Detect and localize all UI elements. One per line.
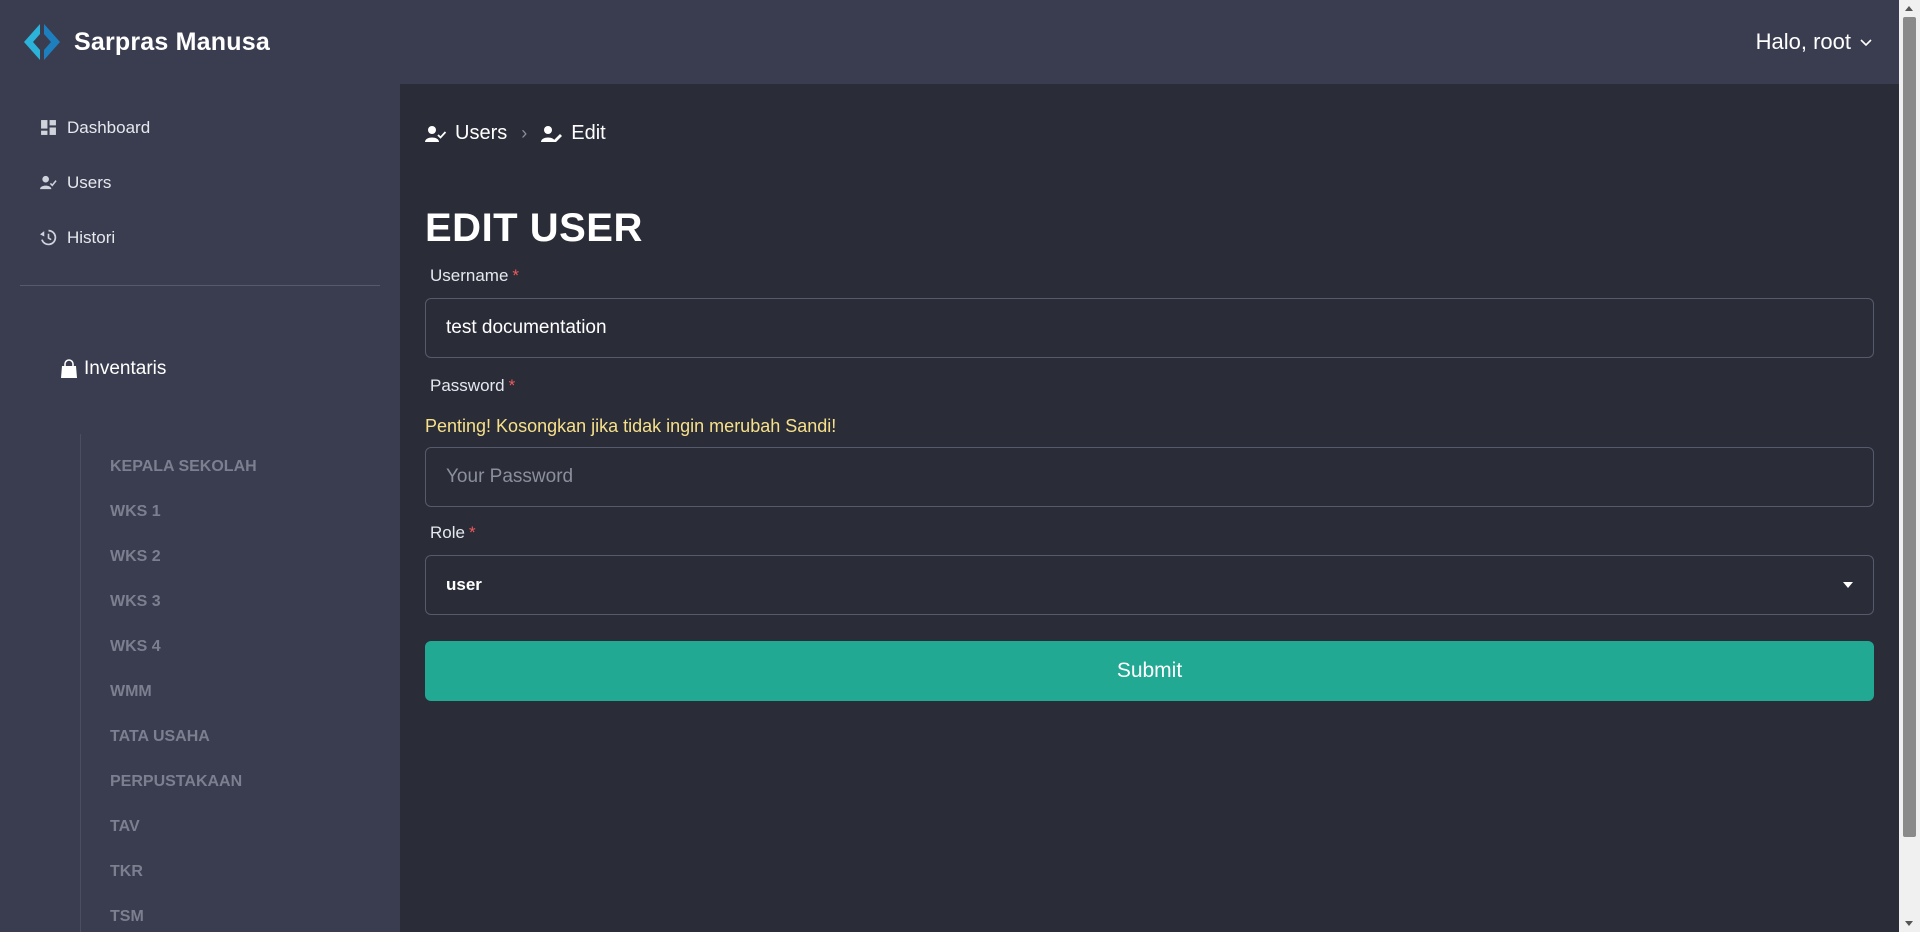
required-mark: *: [512, 266, 520, 285]
user-check-icon: [425, 125, 447, 142]
dashboard-icon: [41, 120, 56, 135]
scroll-thumb[interactable]: [1903, 17, 1916, 837]
sidebar-sub-item[interactable]: WKS 1: [81, 489, 380, 534]
sidebar-sub-item[interactable]: WKS 2: [81, 534, 380, 579]
password-label: Password *: [430, 374, 1874, 398]
sidebar-item-users[interactable]: Users: [0, 155, 400, 210]
sidebar-sub-item[interactable]: KEPALA SEKOLAH: [81, 444, 380, 489]
brand-name: Sarpras Manusa: [74, 27, 270, 56]
user-check-icon: [40, 175, 57, 190]
sidebar-sub-item[interactable]: WMM: [81, 669, 380, 714]
sidebar-sub-item[interactable]: TKR: [81, 849, 380, 894]
user-greeting: Halo, root: [1755, 29, 1851, 54]
breadcrumb: Users › Edit: [425, 122, 606, 145]
password-warning: Penting! Kosongkan jika tidak ingin meru…: [425, 416, 837, 436]
user-menu[interactable]: Halo, root: [1756, 29, 1873, 55]
submit-button[interactable]: Submit: [425, 641, 1874, 701]
required-mark: *: [508, 376, 516, 395]
sidebar-sub-item[interactable]: TAV: [81, 804, 380, 849]
history-icon: [40, 229, 57, 246]
sidebar-section-inventaris[interactable]: Inventaris: [0, 358, 400, 380]
required-mark: *: [468, 523, 476, 542]
sidebar-sub-item[interactable]: TSM: [81, 894, 380, 932]
sidebar-sub-item[interactable]: WKS 4: [81, 624, 380, 669]
user-edit-icon: [541, 125, 563, 142]
chevron-right-icon: ›: [521, 123, 528, 143]
sidebar-item-label: Histori: [67, 227, 116, 247]
page-title: EDIT USER: [425, 206, 643, 250]
password-input[interactable]: [425, 447, 1874, 507]
sidebar-item-dashboard[interactable]: Dashboard: [0, 100, 400, 155]
caret-down-icon: [1843, 582, 1853, 588]
top-navbar: Sarpras Manusa Halo, root: [0, 0, 1899, 84]
sidebar-sub-item[interactable]: WKS 3: [81, 579, 380, 624]
username-label: Username *: [430, 264, 1874, 288]
bag-icon: [61, 359, 77, 378]
chevron-down-icon: [1860, 39, 1872, 47]
breadcrumb-label: Edit: [571, 122, 606, 144]
username-label-text: Username: [430, 266, 509, 285]
brand-logo-icon: [24, 24, 60, 60]
sidebar-sub-item[interactable]: PERPUSTAKAAN: [81, 759, 380, 804]
sidebar-item-label: Dashboard: [67, 117, 151, 137]
sidebar-divider: [20, 285, 380, 286]
sidebar: Dashboard Users Histori Inventaris KEPAL…: [0, 84, 400, 932]
breadcrumb-users[interactable]: Users: [425, 122, 507, 145]
password-label-text: Password: [430, 376, 505, 395]
edit-user-form: Username * Password * Penting! Kosongkan…: [425, 264, 1874, 701]
main-content: Users › Edit EDIT USER Username * Passwo…: [400, 84, 1899, 932]
sidebar-nav: Dashboard Users Histori: [0, 84, 400, 265]
role-label-text: Role: [430, 523, 465, 542]
username-input[interactable]: [425, 298, 1874, 358]
breadcrumb-label: Users: [455, 122, 508, 144]
role-select-value: user: [446, 575, 482, 594]
sidebar-sub-item[interactable]: TATA USAHA: [81, 714, 380, 759]
brand[interactable]: Sarpras Manusa: [22, 22, 270, 62]
inventaris-label: Inventaris: [84, 358, 167, 379]
breadcrumb-edit: Edit: [541, 122, 606, 145]
scroll-up-icon[interactable]: [1905, 6, 1913, 11]
sidebar-item-label: Users: [67, 172, 112, 192]
sidebar-item-histori[interactable]: Histori: [0, 210, 400, 265]
role-select[interactable]: user: [425, 555, 1874, 615]
scroll-down-icon[interactable]: [1905, 921, 1913, 926]
role-label: Role *: [430, 521, 1874, 545]
inventaris-sub-list: KEPALA SEKOLAH WKS 1 WKS 2 WKS 3 WKS 4 W…: [80, 434, 380, 932]
page-scrollbar[interactable]: [1899, 0, 1920, 932]
